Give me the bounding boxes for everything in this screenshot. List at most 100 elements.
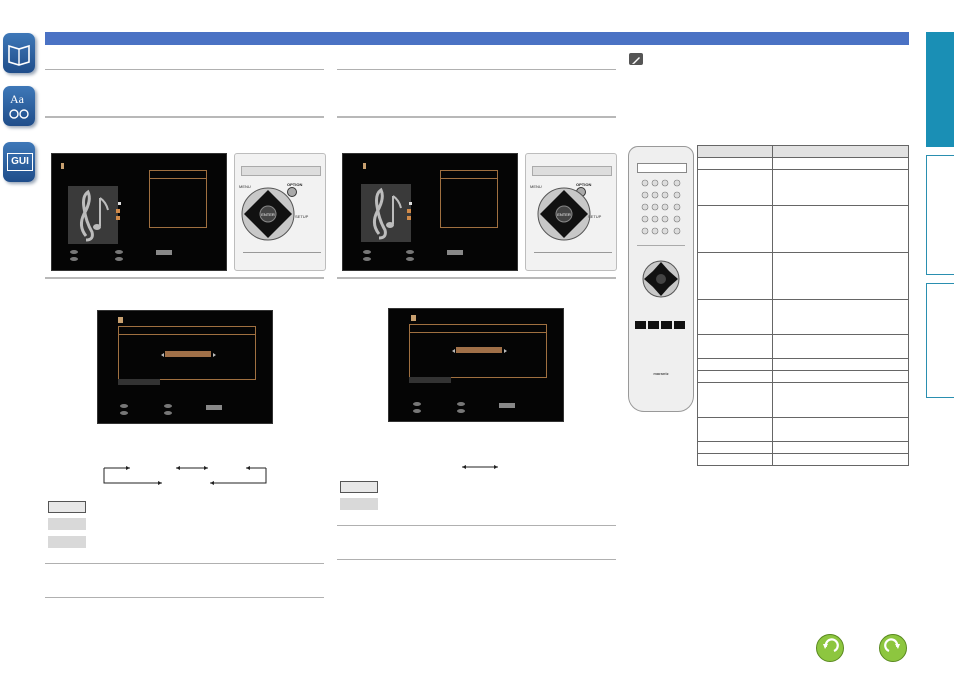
button-icon: [413, 409, 421, 413]
status-icon: [118, 202, 121, 205]
button-icon: [447, 250, 463, 255]
table-cell: [697, 453, 773, 466]
setup-label: SETUP: [588, 214, 602, 219]
table-cell: [697, 205, 773, 253]
status-icon: [409, 202, 412, 205]
sidebar-tab-gui[interactable]: GUI: [3, 142, 35, 182]
button-icon: [115, 257, 123, 261]
divider: [45, 277, 324, 279]
status-icon: [116, 209, 120, 213]
status-icon: [407, 209, 411, 213]
music-note-icon: [361, 184, 411, 242]
divider: [45, 563, 324, 564]
bottom-info-bar: [118, 379, 160, 385]
forward-arrow-icon[interactable]: [879, 634, 907, 662]
setting-value-highlight: [165, 351, 211, 357]
mode-box-selected: [48, 501, 86, 513]
table-cell: [697, 370, 773, 383]
option-menu: [149, 170, 207, 228]
header-bar: [45, 32, 909, 45]
gui-screen-setting: [97, 310, 273, 424]
button-icon: [70, 257, 78, 261]
divider: [337, 69, 616, 70]
button-icon: [406, 250, 414, 254]
source-icon: [363, 163, 366, 169]
svg-text:ENTER: ENTER: [557, 212, 571, 217]
table-cell: [697, 441, 773, 454]
remote-closeup: OPTION MENU ENTER SETUP: [525, 153, 617, 271]
table-cell: [697, 157, 773, 170]
mode-box-selected: [340, 481, 378, 493]
table-cell: [697, 358, 773, 371]
option-menu: [440, 170, 498, 228]
flow-diagram: [103, 466, 267, 485]
setting-menu: [118, 326, 256, 380]
music-note-icon: [68, 186, 118, 244]
table-cell: [772, 169, 909, 206]
button-icon: [413, 402, 421, 406]
button-icon: [499, 403, 515, 408]
button-icon: [457, 402, 465, 406]
table-cell: [772, 382, 909, 418]
dpad-icon[interactable]: ENTER: [240, 186, 296, 242]
mode-box: [48, 536, 86, 548]
remote-brand: marantz: [653, 371, 669, 376]
sidebar-tab-glossary[interactable]: Aa: [3, 86, 35, 126]
glasses-icon: [9, 109, 29, 119]
button-icon: [120, 404, 128, 408]
glossary-icon: Aa: [10, 92, 24, 106]
table-cell: [697, 252, 773, 300]
divider: [45, 116, 324, 118]
source-icon: [118, 317, 123, 323]
note-icon: [629, 53, 643, 65]
button-icon: [406, 257, 414, 261]
table-cell: [772, 252, 909, 300]
setting-menu: [409, 324, 547, 378]
status-icon: [116, 216, 120, 220]
button-icon: [156, 250, 172, 255]
table-cell: [772, 299, 909, 335]
button-icon: [457, 409, 465, 413]
button-icon: [70, 250, 78, 254]
right-tab-3[interactable]: [926, 283, 954, 398]
toggle-arrow: [462, 465, 498, 469]
back-arrow-icon[interactable]: [816, 634, 844, 662]
table-cell: [772, 358, 909, 371]
setup-label: SETUP: [295, 214, 309, 219]
table-cell: [697, 382, 773, 418]
table-cell: [697, 299, 773, 335]
table-cell: [697, 169, 773, 206]
remote-closeup: OPTION MENU ENTER SETUP: [234, 153, 326, 271]
function-table: [697, 145, 909, 466]
button-icon: [363, 257, 371, 261]
divider: [337, 277, 616, 279]
table-cell: [697, 417, 773, 442]
gui-screen-music: [51, 153, 227, 271]
right-tab-2[interactable]: [926, 155, 954, 275]
table-cell: [772, 417, 909, 442]
bottom-info-bar: [409, 377, 451, 383]
table-cell: [772, 157, 909, 170]
divider: [337, 525, 616, 526]
status-icon: [407, 216, 411, 220]
remote-control: marantz: [628, 146, 694, 412]
dpad-icon[interactable]: [639, 259, 683, 299]
book-icon: [8, 44, 30, 66]
gui-screen-music: [342, 153, 518, 271]
svg-text:ENTER: ENTER: [261, 212, 275, 217]
source-icon: [411, 315, 416, 321]
button-icon: [164, 411, 172, 415]
setting-value-highlight: [456, 347, 502, 353]
sidebar-tab-contents[interactable]: [3, 33, 35, 73]
divider: [337, 559, 616, 560]
right-tab-active[interactable]: [926, 32, 954, 147]
table-header-cell: [697, 145, 773, 158]
button-icon: [363, 250, 371, 254]
gui-screen-setting: [388, 308, 564, 422]
divider: [45, 597, 324, 598]
button-icon: [206, 405, 222, 410]
source-icon: [61, 163, 64, 169]
dpad-icon[interactable]: ENTER: [536, 186, 592, 242]
gui-icon: GUI: [7, 153, 33, 171]
table-cell: [772, 370, 909, 383]
